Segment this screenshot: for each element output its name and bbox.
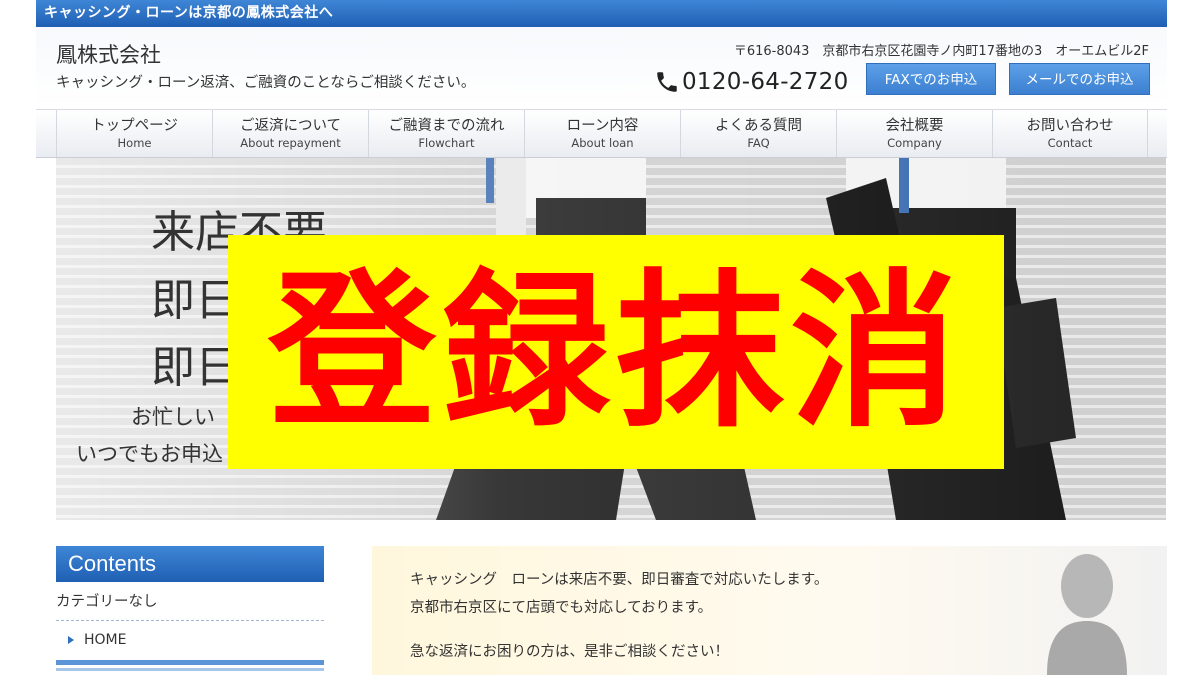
nav-item-home[interactable]: トップページ Home [56, 110, 212, 157]
main-nav: トップページ Home ご返済について About repayment ご融資ま… [36, 109, 1167, 158]
fax-apply-button[interactable]: FAXでのお申込 [866, 63, 996, 95]
company-address: 〒616-8043 京都市右京区花園寺ノ内町17番地の3 オーエムビル2F [733, 44, 1149, 59]
nav-label-en: Company [887, 136, 942, 150]
nav-item-contact[interactable]: お問い合わせ Contact [992, 110, 1148, 157]
nav-item-flowchart[interactable]: ご融資までの流れ Flowchart [368, 110, 524, 157]
hero-headline-2: 即日 [151, 275, 239, 326]
phone-icon [657, 72, 677, 92]
nav-label-en: FAQ [747, 136, 770, 150]
nav-label-jp: よくある質問 [715, 118, 802, 134]
hero-subline-2: いつでもお申込 [76, 442, 223, 466]
triangle-right-icon [68, 636, 74, 644]
mail-apply-button[interactable]: メールでのお申込 [1009, 63, 1150, 95]
hero-subline-1: お忙しい [131, 405, 215, 429]
sidebar-item-home[interactable]: HOME [68, 632, 126, 648]
nav-item-repayment[interactable]: ご返済について About repayment [212, 110, 368, 157]
operator-silhouette-image [1047, 554, 1127, 675]
sidebar-divider-bar [56, 660, 324, 665]
sidebar-divider-bar-light [56, 668, 324, 671]
nav-label-en: Flowchart [418, 136, 475, 150]
nav-label-en: About repayment [240, 136, 341, 150]
nav-label-en: About loan [571, 136, 634, 150]
site-tagline: キャッシング・ローン返済、ご融資のことならご相談ください。 [56, 75, 476, 91]
sidebar-divider [56, 620, 324, 621]
nav-item-company[interactable]: 会社概要 Company [836, 110, 992, 157]
stamp-text: 登録抹消 [268, 254, 964, 450]
nav-label-jp: お問い合わせ [1026, 118, 1114, 134]
phone-block: 0120-64-2720 [654, 67, 849, 97]
site-header: 鳳株式会社 キャッシング・ローン返済、ご融資のことならご相談ください。 〒616… [36, 27, 1167, 107]
nav-item-faq[interactable]: よくある質問 FAQ [680, 110, 836, 157]
hero-headline-3: 即日 [151, 342, 239, 393]
deregistered-stamp: 登録抹消 [228, 235, 1004, 469]
nav-label-jp: ローン内容 [566, 118, 639, 134]
nav-label-jp: ご融資までの流れ [388, 118, 505, 134]
intro-text-2: 京都市右京区にて店頭でも対応しております。 [410, 600, 713, 616]
nav-label-jp: トップページ [91, 118, 178, 134]
intro-text-3: 急な返済にお困りの方は、是非ご相談ください！ [410, 644, 729, 660]
intro-text-1: キャッシング ローンは来店不要、即日審査で対応いたします。 [410, 572, 829, 588]
nav-label-en: Contact [1047, 136, 1093, 150]
sidebar-heading: Contents [56, 546, 324, 582]
main-intro: キャッシング ローンは来店不要、即日審査で対応いたします。 京都市右京区にて店頭… [372, 546, 1167, 675]
sidebar-category-empty: カテゴリーなし [56, 594, 158, 610]
nav-label-en: Home [117, 136, 152, 150]
top-announcement-bar[interactable]: キャッシング・ローンは京都の鳳株式会社へ [36, 0, 1167, 27]
nav-label-jp: ご返済について [239, 118, 342, 134]
nav-item-loan[interactable]: ローン内容 About loan [524, 110, 680, 157]
company-name[interactable]: 鳳株式会社 [56, 39, 161, 69]
phone-number[interactable]: 0120-64-2720 [682, 69, 849, 95]
nav-label-jp: 会社概要 [885, 118, 944, 134]
sidebar-item-label: HOME [84, 632, 127, 648]
